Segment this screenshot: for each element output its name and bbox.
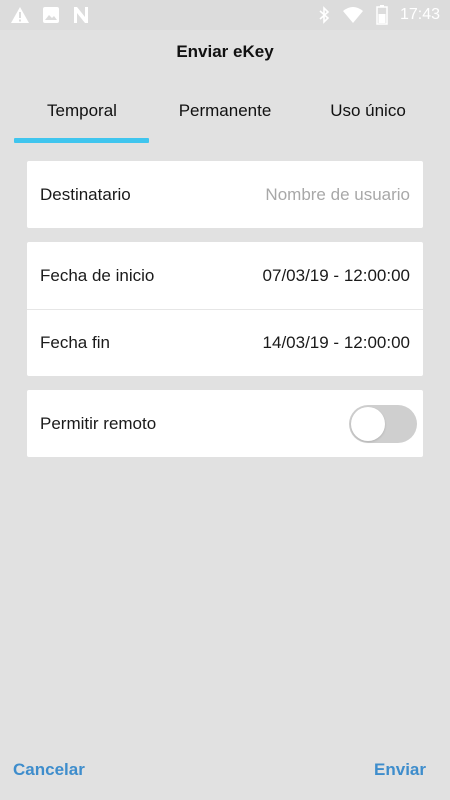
battery-icon: [376, 5, 388, 25]
end-date-row[interactable]: Fecha fin 14/03/19 - 12:00:00: [27, 309, 423, 376]
tab-selected-indicator: [14, 138, 149, 143]
recipient-label: Destinatario: [40, 184, 131, 204]
warning-icon: [10, 6, 30, 24]
remote-toggle-knob: [351, 406, 385, 441]
recipient-input[interactable]: Nombre de usuario: [265, 185, 410, 205]
n-app-icon: [72, 6, 90, 24]
recipient-card: Destinatario Nombre de usuario: [27, 161, 423, 228]
cancel-button[interactable]: Cancelar: [13, 760, 85, 780]
tab-temporal[interactable]: Temporal: [15, 95, 149, 135]
tab-bar: Temporal Permanente Uso único: [0, 95, 450, 145]
remote-toggle[interactable]: [349, 404, 417, 443]
wifi-icon: [342, 6, 364, 24]
image-icon: [42, 6, 60, 24]
remote-label: Permitir remoto: [40, 413, 157, 433]
start-date-label: Fecha de inicio: [40, 265, 155, 285]
page-title: Enviar eKey: [176, 42, 274, 61]
send-button[interactable]: Enviar: [374, 760, 426, 780]
bluetooth-icon: [318, 6, 330, 24]
status-bar: 17:43: [0, 0, 450, 30]
end-date-value[interactable]: 14/03/19 - 12:00:00: [263, 333, 410, 353]
tab-permanente[interactable]: Permanente: [158, 95, 292, 135]
status-time: 17:43: [399, 6, 440, 23]
remote-card: Permitir remoto: [27, 390, 423, 457]
remote-row: Permitir remoto: [27, 390, 423, 457]
start-date-row[interactable]: Fecha de inicio 07/03/19 - 12:00:00: [27, 242, 423, 309]
end-date-label: Fecha fin: [40, 333, 110, 352]
status-right-icons: 17:43: [318, 5, 440, 25]
tab-uso-unico[interactable]: Uso único: [301, 95, 435, 135]
status-left-icons: [10, 6, 90, 24]
dates-card: Fecha de inicio 07/03/19 - 12:00:00 Fech…: [27, 242, 423, 376]
start-date-value[interactable]: 07/03/19 - 12:00:00: [263, 266, 410, 286]
recipient-row[interactable]: Destinatario Nombre de usuario: [27, 161, 423, 228]
